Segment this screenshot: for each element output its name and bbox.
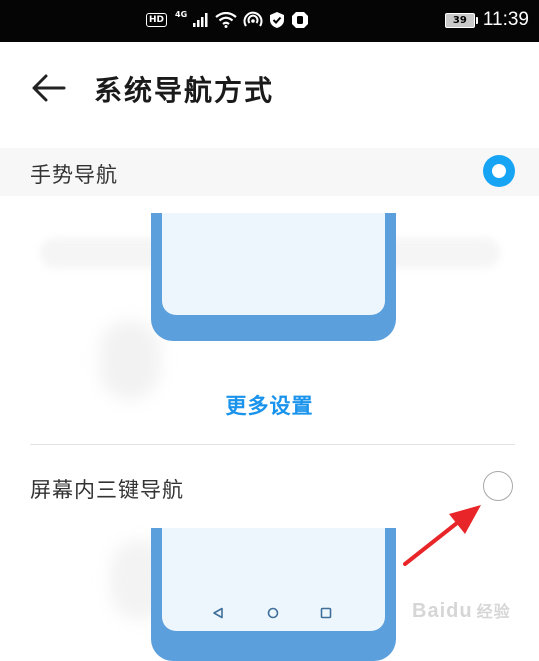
hd-badge: HD bbox=[146, 13, 168, 27]
square-recent-icon bbox=[320, 607, 332, 619]
network-type: 4G bbox=[175, 10, 188, 19]
circle-home-icon bbox=[267, 607, 279, 619]
option-label: 手势导航 bbox=[30, 163, 118, 187]
gesture-navigation-radio[interactable] bbox=[483, 155, 515, 187]
hotspot-icon bbox=[243, 11, 263, 27]
three-key-preview-illustration bbox=[151, 528, 396, 661]
status-bar: HD 4G 39 11:39 bbox=[0, 0, 539, 42]
status-right: 39 11:39 bbox=[444, 9, 529, 31]
annotation-arrow-icon bbox=[403, 505, 481, 566]
phone-screen bbox=[162, 528, 385, 631]
wifi-icon bbox=[215, 12, 237, 28]
signal-icon bbox=[193, 13, 208, 27]
shield-check-icon bbox=[270, 12, 285, 28]
option-label: 屏幕内三键导航 bbox=[30, 478, 184, 502]
watermark-paw: du bbox=[446, 600, 473, 622]
header: 系统导航方式 bbox=[0, 42, 539, 138]
watermark-brand: Bai bbox=[412, 600, 447, 622]
gesture-navigation-option[interactable]: 手势导航 bbox=[0, 148, 539, 196]
baidu-watermark: Baidu 经验 bbox=[412, 598, 511, 623]
clock: 11:39 bbox=[482, 9, 529, 30]
page-title: 系统导航方式 bbox=[94, 74, 275, 107]
status-icons: HD 4G bbox=[146, 9, 309, 31]
hand-badge-icon bbox=[292, 12, 309, 28]
more-settings-link[interactable]: 更多设置 bbox=[226, 394, 314, 418]
more-settings-container: 更多设置 bbox=[0, 390, 539, 420]
left-arrow-icon[interactable] bbox=[28, 70, 68, 106]
watermark-suffix: 经验 bbox=[476, 604, 511, 621]
gesture-preview-illustration bbox=[151, 213, 396, 341]
triangle-back-icon bbox=[213, 607, 223, 619]
divider bbox=[30, 444, 515, 445]
battery-icon: 39 bbox=[444, 12, 478, 28]
phone-screen bbox=[162, 213, 385, 315]
blurred-decoration bbox=[100, 320, 160, 400]
